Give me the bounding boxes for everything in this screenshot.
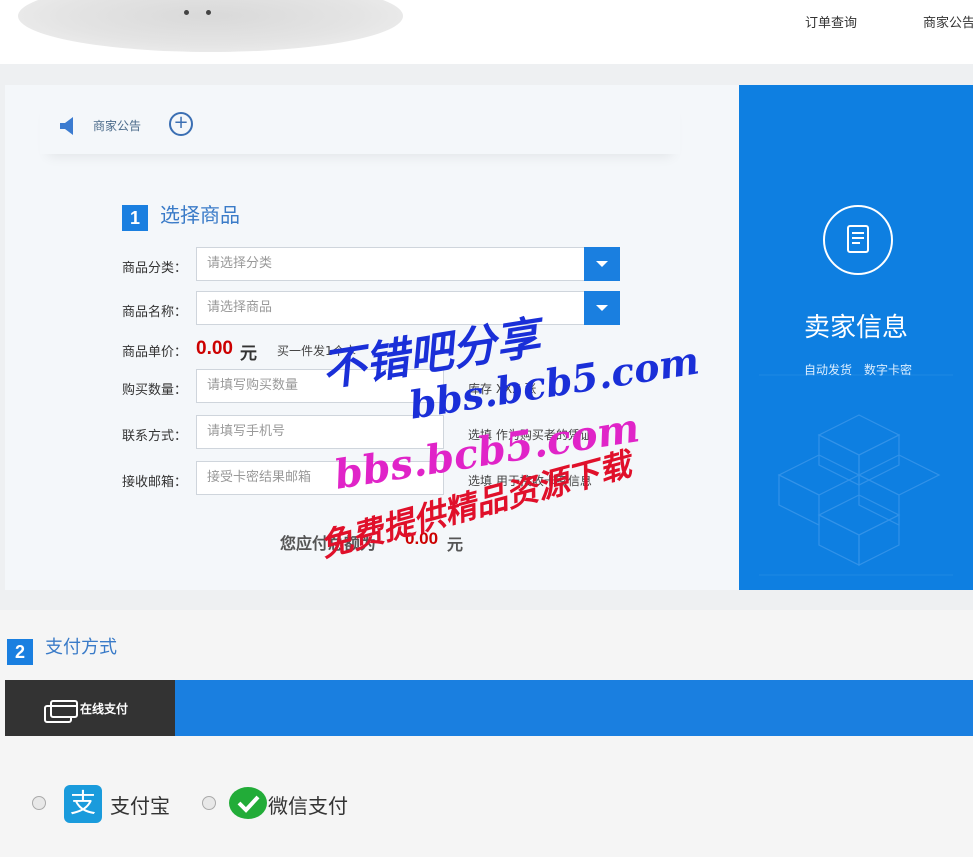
seller-info-title: 卖家信息 [803, 313, 908, 343]
total-amount: 0.00 [405, 529, 439, 548]
logo-face-icon [178, 10, 218, 22]
seller-tag-digital-card: 数字卡密 [864, 363, 913, 377]
site-logo[interactable] [18, 0, 403, 52]
top-header: 订单查询 商家公告 [0, 0, 973, 64]
category-select[interactable]: 请选择分类 [196, 247, 586, 281]
speaker-icon [60, 117, 73, 135]
expand-notice-icon[interactable]: + [169, 112, 193, 136]
category-label: 商品分类： [122, 261, 188, 276]
step-1-title: 选择商品 [160, 203, 240, 227]
email-hint: 选填 用于接收卡密信息 [468, 474, 592, 488]
price-label: 商品单价： [122, 345, 188, 360]
alipay-label[interactable]: 支付宝 [110, 790, 170, 819]
card-icon [44, 700, 78, 723]
phone-input[interactable]: 请填写手机号 [196, 415, 444, 449]
wechat-icon[interactable] [228, 786, 268, 822]
contact-label: 联系方式： [122, 429, 188, 444]
wechat-radio[interactable] [202, 796, 216, 810]
price-hint: 买一件发1个卡 [277, 344, 357, 358]
document-icon [823, 205, 893, 275]
quantity-label: 购买数量： [122, 383, 188, 398]
total-label: 您应付总额为 [280, 534, 377, 553]
seller-info-panel: 卖家信息 自动发货 数字卡密 [739, 85, 973, 590]
wechat-pay-label[interactable]: 微信支付 [268, 790, 348, 819]
notice-label[interactable]: 商家公告 [93, 117, 141, 134]
step-2-title: 支付方式 [45, 637, 117, 658]
email-input[interactable]: 接受卡密结果邮箱 [196, 461, 444, 495]
step-1-badge: 1 [122, 205, 148, 231]
product-dropdown-button[interactable] [584, 291, 620, 325]
quantity-input[interactable]: 请填写购买数量 [196, 369, 444, 403]
unit-price-currency: 元 [240, 344, 257, 364]
nav-merchant-notice[interactable]: 商家公告 [923, 12, 973, 31]
category-dropdown-button[interactable] [584, 247, 620, 281]
product-label: 商品名称： [122, 305, 188, 320]
product-select[interactable]: 请选择商品 [196, 291, 586, 325]
server-illustration [759, 374, 953, 576]
tab-online-payment-label[interactable]: 在线支付 [80, 700, 128, 717]
step-2-badge: 2 [7, 639, 33, 665]
email-label: 接收邮箱： [122, 475, 188, 490]
stock-hint: 库存 XXX 张 [468, 382, 537, 396]
order-form-card [5, 85, 739, 590]
total-currency: 元 [447, 535, 464, 554]
alipay-icon[interactable]: 支 [64, 785, 102, 823]
nav-order-query[interactable]: 订单查询 [805, 12, 857, 31]
unit-price-value: 0.00 [196, 338, 233, 359]
contact-hint: 选填 作为购买者的凭证 [468, 428, 592, 442]
seller-tag-auto-delivery: 自动发货 [804, 363, 853, 377]
alipay-radio[interactable] [32, 796, 46, 810]
